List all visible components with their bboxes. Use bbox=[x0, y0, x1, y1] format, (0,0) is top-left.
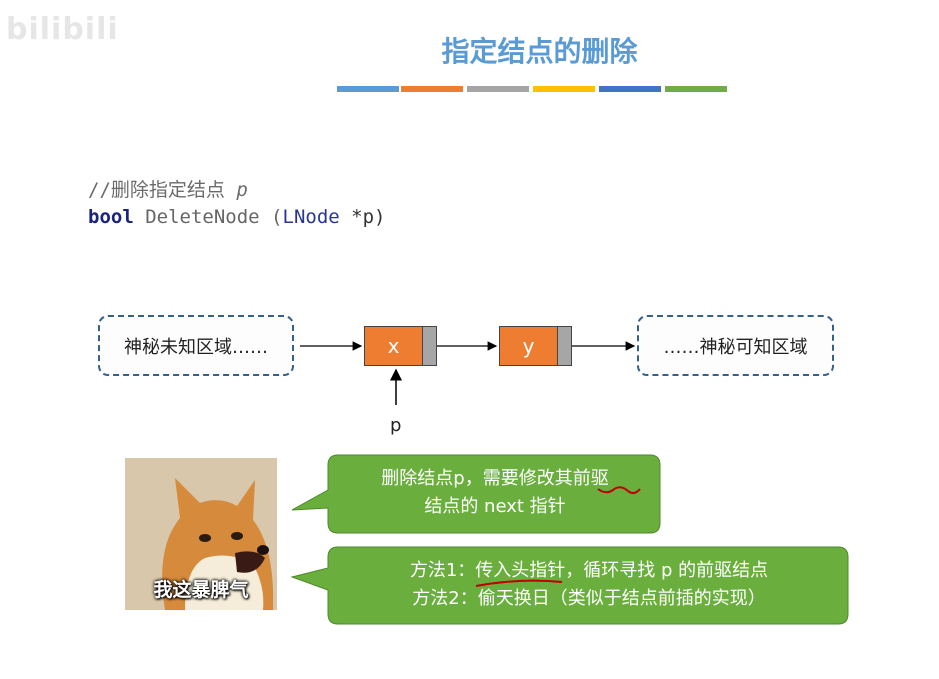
shiba-meme-image: 我这暴脾气 bbox=[125, 458, 277, 610]
bubble-bottom: 方法1：传入头指针，循环寻找 p 的前驱结点 方法2：偷天换日（类似于结点前插的… bbox=[330, 557, 848, 613]
bubble-bottom-line2: 方法2：偷天换日（类似于结点前插的实现） bbox=[412, 588, 766, 609]
meme-caption: 我这暴脾气 bbox=[153, 579, 249, 601]
bubble-top-line2: 结点的 next 指针 bbox=[424, 496, 566, 517]
bubble-bottom-line1: 方法1：传入头指针，循环寻找 p 的前驱结点 bbox=[409, 560, 769, 581]
bubble-top: 删除结点p，需要修改其前驱 结点的 next 指针 bbox=[330, 465, 660, 521]
pointer-p-label: p bbox=[390, 415, 402, 436]
bubble-top-line1: 删除结点p，需要修改其前驱 bbox=[381, 468, 609, 489]
